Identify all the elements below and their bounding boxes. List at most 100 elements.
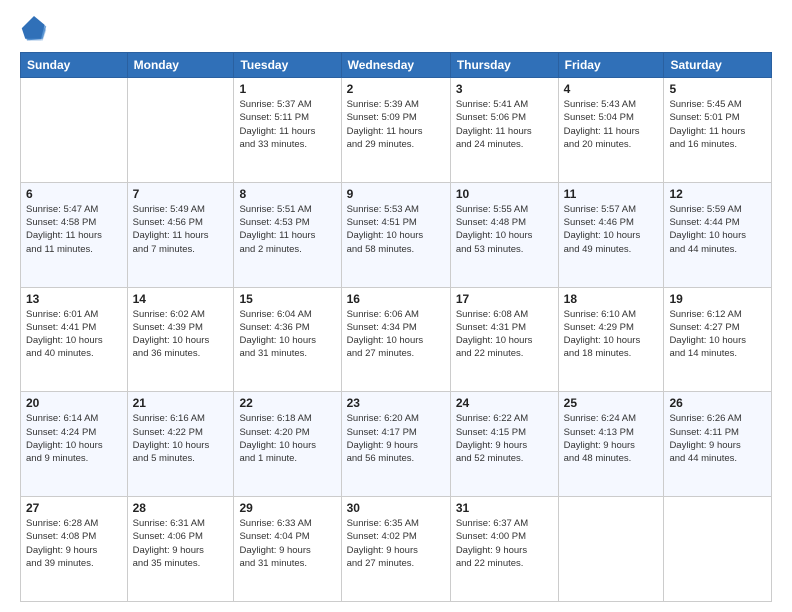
calendar-cell: 10Sunrise: 5:55 AM Sunset: 4:48 PM Dayli… xyxy=(450,182,558,287)
calendar-cell: 25 Sunrise: 6:24 AM Sunset: 4:13 PM Dayli… xyxy=(558,392,664,497)
day-header-sunday: Sunday xyxy=(21,53,128,78)
day-number: 6 xyxy=(26,187,122,201)
day-number: 12 xyxy=(669,187,766,201)
day-info: Sunrise: 6:02 AM Sunset: 4:39 PM Dayligh… xyxy=(133,308,229,361)
day-number: 20 xyxy=(26,396,122,410)
calendar-cell: 30Sunrise: 6:35 AM Sunset: 4:02 PM Dayli… xyxy=(341,497,450,602)
day-info: Sunrise: 5:45 AM Sunset: 5:01 PM Dayligh… xyxy=(669,98,766,151)
day-number: 9 xyxy=(347,187,445,201)
logo-icon xyxy=(20,16,48,44)
calendar-cell: 7 Sunrise: 5:49 AM Sunset: 4:56 PM Daylig… xyxy=(127,182,234,287)
calendar-cell: 15 Sunrise: 6:04 AM Sunset: 4:36 PM Dayli… xyxy=(234,287,341,392)
day-info: Sunrise: 5:49 AM Sunset: 4:56 PM Dayligh… xyxy=(133,203,229,256)
day-number: 17 xyxy=(456,292,553,306)
day-info: Sunrise: 6:24 AM Sunset: 4:13 PM Dayligh… xyxy=(564,412,659,465)
day-number: 22 xyxy=(239,396,335,410)
calendar-cell: 14 Sunrise: 6:02 AM Sunset: 4:39 PM Dayli… xyxy=(127,287,234,392)
calendar-table: SundayMondayTuesdayWednesdayThursdayFrid… xyxy=(20,52,772,602)
day-number: 21 xyxy=(133,396,229,410)
day-header-saturday: Saturday xyxy=(664,53,772,78)
calendar-cell xyxy=(21,78,128,183)
page: SundayMondayTuesdayWednesdayThursdayFrid… xyxy=(0,0,792,612)
day-number: 14 xyxy=(133,292,229,306)
day-info: Sunrise: 5:57 AM Sunset: 4:46 PM Dayligh… xyxy=(564,203,659,256)
calendar-cell: 12 Sunrise: 5:59 AM Sunset: 4:44 PM Dayli… xyxy=(664,182,772,287)
calendar-cell: 5Sunrise: 5:45 AM Sunset: 5:01 PM Daylig… xyxy=(664,78,772,183)
calendar-cell: 22 Sunrise: 6:18 AM Sunset: 4:20 PM Dayli… xyxy=(234,392,341,497)
day-info: Sunrise: 6:20 AM Sunset: 4:17 PM Dayligh… xyxy=(347,412,445,465)
day-info: Sunrise: 6:16 AM Sunset: 4:22 PM Dayligh… xyxy=(133,412,229,465)
week-row-3: 13 Sunrise: 6:01 AM Sunset: 4:41 PM Dayli… xyxy=(21,287,772,392)
calendar-cell xyxy=(664,497,772,602)
day-number: 15 xyxy=(239,292,335,306)
calendar-cell: 31 Sunrise: 6:37 AM Sunset: 4:00 PM Dayli… xyxy=(450,497,558,602)
day-info: Sunrise: 6:04 AM Sunset: 4:36 PM Dayligh… xyxy=(239,308,335,361)
day-info: Sunrise: 6:18 AM Sunset: 4:20 PM Dayligh… xyxy=(239,412,335,465)
calendar-cell: 2 Sunrise: 5:39 AM Sunset: 5:09 PM Daylig… xyxy=(341,78,450,183)
day-number: 24 xyxy=(456,396,553,410)
day-info: Sunrise: 6:22 AM Sunset: 4:15 PM Dayligh… xyxy=(456,412,553,465)
calendar-cell: 9 Sunrise: 5:53 AM Sunset: 4:51 PM Daylig… xyxy=(341,182,450,287)
calendar-cell xyxy=(127,78,234,183)
day-number: 10 xyxy=(456,187,553,201)
day-number: 28 xyxy=(133,501,229,515)
week-row-1: 1Sunrise: 5:37 AM Sunset: 5:11 PM Daylig… xyxy=(21,78,772,183)
day-number: 13 xyxy=(26,292,122,306)
day-info: Sunrise: 6:26 AM Sunset: 4:11 PM Dayligh… xyxy=(669,412,766,465)
day-info: Sunrise: 6:28 AM Sunset: 4:08 PM Dayligh… xyxy=(26,517,122,570)
calendar-header-row: SundayMondayTuesdayWednesdayThursdayFrid… xyxy=(21,53,772,78)
day-header-monday: Monday xyxy=(127,53,234,78)
day-info: Sunrise: 6:14 AM Sunset: 4:24 PM Dayligh… xyxy=(26,412,122,465)
day-number: 29 xyxy=(239,501,335,515)
day-number: 25 xyxy=(564,396,659,410)
calendar-cell: 19Sunrise: 6:12 AM Sunset: 4:27 PM Dayli… xyxy=(664,287,772,392)
calendar-cell: 4Sunrise: 5:43 AM Sunset: 5:04 PM Daylig… xyxy=(558,78,664,183)
calendar-cell: 23 Sunrise: 6:20 AM Sunset: 4:17 PM Dayli… xyxy=(341,392,450,497)
calendar-cell: 16Sunrise: 6:06 AM Sunset: 4:34 PM Dayli… xyxy=(341,287,450,392)
day-number: 3 xyxy=(456,82,553,96)
day-number: 19 xyxy=(669,292,766,306)
day-info: Sunrise: 6:33 AM Sunset: 4:04 PM Dayligh… xyxy=(239,517,335,570)
calendar-cell: 1Sunrise: 5:37 AM Sunset: 5:11 PM Daylig… xyxy=(234,78,341,183)
day-header-friday: Friday xyxy=(558,53,664,78)
day-info: Sunrise: 5:47 AM Sunset: 4:58 PM Dayligh… xyxy=(26,203,122,256)
day-number: 31 xyxy=(456,501,553,515)
logo xyxy=(20,16,52,44)
calendar-cell: 18 Sunrise: 6:10 AM Sunset: 4:29 PM Dayli… xyxy=(558,287,664,392)
calendar-cell: 11 Sunrise: 5:57 AM Sunset: 4:46 PM Dayli… xyxy=(558,182,664,287)
day-info: Sunrise: 5:37 AM Sunset: 5:11 PM Dayligh… xyxy=(239,98,335,151)
day-number: 26 xyxy=(669,396,766,410)
calendar-cell: 26 Sunrise: 6:26 AM Sunset: 4:11 PM Dayli… xyxy=(664,392,772,497)
calendar-cell: 28Sunrise: 6:31 AM Sunset: 4:06 PM Dayli… xyxy=(127,497,234,602)
day-info: Sunrise: 5:53 AM Sunset: 4:51 PM Dayligh… xyxy=(347,203,445,256)
calendar-cell: 17 Sunrise: 6:08 AM Sunset: 4:31 PM Dayli… xyxy=(450,287,558,392)
day-info: Sunrise: 6:10 AM Sunset: 4:29 PM Dayligh… xyxy=(564,308,659,361)
day-header-thursday: Thursday xyxy=(450,53,558,78)
day-info: Sunrise: 6:08 AM Sunset: 4:31 PM Dayligh… xyxy=(456,308,553,361)
day-number: 7 xyxy=(133,187,229,201)
week-row-5: 27 Sunrise: 6:28 AM Sunset: 4:08 PM Dayli… xyxy=(21,497,772,602)
day-info: Sunrise: 6:37 AM Sunset: 4:00 PM Dayligh… xyxy=(456,517,553,570)
day-info: Sunrise: 6:35 AM Sunset: 4:02 PM Dayligh… xyxy=(347,517,445,570)
calendar-cell: 27 Sunrise: 6:28 AM Sunset: 4:08 PM Dayli… xyxy=(21,497,128,602)
calendar-cell: 20 Sunrise: 6:14 AM Sunset: 4:24 PM Dayli… xyxy=(21,392,128,497)
calendar-cell: 29 Sunrise: 6:33 AM Sunset: 4:04 PM Dayli… xyxy=(234,497,341,602)
week-row-4: 20 Sunrise: 6:14 AM Sunset: 4:24 PM Dayli… xyxy=(21,392,772,497)
calendar-cell: 24 Sunrise: 6:22 AM Sunset: 4:15 PM Dayli… xyxy=(450,392,558,497)
day-number: 27 xyxy=(26,501,122,515)
day-number: 4 xyxy=(564,82,659,96)
day-info: Sunrise: 5:39 AM Sunset: 5:09 PM Dayligh… xyxy=(347,98,445,151)
week-row-2: 6 Sunrise: 5:47 AM Sunset: 4:58 PM Daylig… xyxy=(21,182,772,287)
day-header-tuesday: Tuesday xyxy=(234,53,341,78)
day-info: Sunrise: 5:59 AM Sunset: 4:44 PM Dayligh… xyxy=(669,203,766,256)
day-info: Sunrise: 6:01 AM Sunset: 4:41 PM Dayligh… xyxy=(26,308,122,361)
day-number: 2 xyxy=(347,82,445,96)
day-number: 18 xyxy=(564,292,659,306)
day-number: 23 xyxy=(347,396,445,410)
day-number: 11 xyxy=(564,187,659,201)
header xyxy=(20,16,772,44)
day-info: Sunrise: 5:51 AM Sunset: 4:53 PM Dayligh… xyxy=(239,203,335,256)
day-number: 8 xyxy=(239,187,335,201)
day-number: 16 xyxy=(347,292,445,306)
calendar-cell xyxy=(558,497,664,602)
